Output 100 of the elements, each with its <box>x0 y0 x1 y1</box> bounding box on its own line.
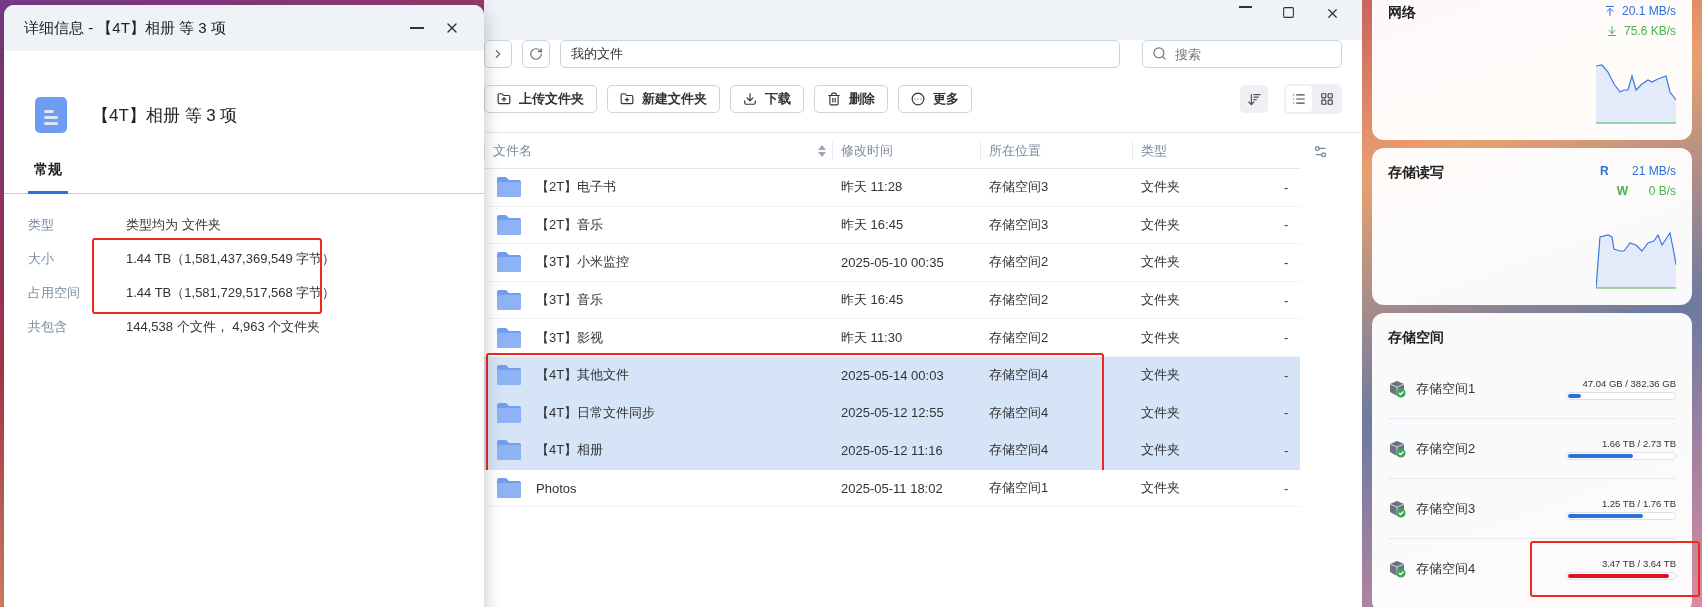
refresh-icon <box>529 47 543 61</box>
field-value: 1.44 TB（1,581,729,517,568 字节） <box>126 284 337 302</box>
size-cell-text: - <box>1283 292 1290 308</box>
dialog-title: 详细信息 - 【4T】相册 等 3 项 <box>24 18 227 38</box>
modified-time: 昨天 11:28 <box>840 178 904 197</box>
folder-icon <box>496 326 522 349</box>
size-cell-text: - <box>1283 405 1290 421</box>
size-cell-text: - <box>1283 367 1290 383</box>
file-name: 【3T】影视 <box>536 328 604 347</box>
toolbar-button[interactable]: 删除 <box>814 85 888 113</box>
size-cell-text: - <box>1283 217 1290 233</box>
column-header[interactable]: 修改时间 <box>832 141 980 160</box>
download-icon <box>743 92 757 106</box>
volume-usage: 1.66 TB / 2.73 TB <box>1601 437 1676 449</box>
toolbar-button[interactable]: 更多 <box>898 85 972 113</box>
sort-icon <box>1246 91 1262 107</box>
file-row[interactable]: 【4T】相册 2025-05-12 11:16 存储空间4 文件夹 - <box>484 432 1300 470</box>
tab[interactable]: 常规 <box>28 155 68 194</box>
field-value: 144,538 个文件， 4,963 个文件夹 <box>126 318 322 336</box>
type-cell-text: 文件夹 <box>1140 178 1181 197</box>
field-label: 共包含 <box>28 318 68 336</box>
location-cell-text: 存储空间3 <box>988 178 1050 197</box>
folder-icon <box>496 176 522 199</box>
toolbar-button[interactable]: 上传文件夹 <box>484 85 597 113</box>
settings-icon <box>1312 143 1328 159</box>
location-cell-text: 存储空间4 <box>988 441 1050 460</box>
path-field[interactable]: 我的文件 <box>560 40 1120 68</box>
file-row[interactable]: Photos 2025-05-11 18:02 存储空间1 文件夹 - <box>484 469 1300 508</box>
modified-time: 2025-05-10 00:35 <box>840 255 945 270</box>
trash-icon <box>827 92 841 106</box>
write-rate: 0 B/s <box>1648 184 1676 198</box>
modified-time: 2025-05-14 00:03 <box>840 367 945 383</box>
volume-usage: 47.04 GB / 382.36 GB <box>1582 377 1676 389</box>
toolbar-button[interactable]: 下载 <box>730 85 804 113</box>
list-icon <box>1292 92 1306 106</box>
column-header[interactable]: 文件名 <box>484 141 832 160</box>
folder-icon <box>496 364 522 387</box>
file-name: 【2T】音乐 <box>536 215 604 234</box>
location-cell-text: 存储空间3 <box>988 215 1050 234</box>
location-cell-text: 存储空间2 <box>988 328 1050 347</box>
minimize-icon <box>1239 6 1252 8</box>
maximize-icon <box>1282 6 1295 19</box>
search-icon <box>1152 46 1167 61</box>
modified-time: 2025-05-11 18:02 <box>840 480 944 496</box>
card-title: 存储读写 <box>1388 164 1444 182</box>
volume-usage: 3.47 TB / 3.64 TB <box>1601 558 1676 569</box>
type-cell-text: 文件夹 <box>1140 366 1181 385</box>
grid-icon <box>1320 92 1334 106</box>
modified-time: 昨天 11:30 <box>840 328 904 347</box>
refresh-button[interactable] <box>522 40 550 68</box>
size-cell-text: - <box>1283 442 1290 458</box>
selection-name: 【4T】相册 等 3 项 <box>92 104 238 127</box>
volume-name: 存储空间1 <box>1416 379 1477 398</box>
list-view-button[interactable] <box>1286 86 1312 112</box>
location-cell-text: 存储空间1 <box>988 479 1050 498</box>
close-icon <box>1325 6 1340 21</box>
modified-time: 2025-05-12 11:16 <box>840 442 944 458</box>
file-name: 【4T】其他文件 <box>536 366 630 385</box>
download-icon <box>1605 25 1618 37</box>
read-rate: 21 MB/s <box>1632 164 1676 178</box>
file-name: 【3T】小米监控 <box>536 253 630 272</box>
modified-time: 昨天 16:45 <box>840 215 905 234</box>
type-cell-text: 文件夹 <box>1140 291 1181 310</box>
folder-icon <box>496 289 522 312</box>
folder-plus-icon <box>620 92 634 106</box>
file-row[interactable]: 【4T】日常文件同步 2025-05-12 12:55 存储空间4 文件夹 - <box>484 394 1300 433</box>
modified-time: 2025-05-12 12:55 <box>840 405 945 421</box>
read-label: R <box>1600 164 1610 178</box>
type-cell-text: 文件夹 <box>1140 328 1181 347</box>
type-cell-text: 文件夹 <box>1140 441 1181 460</box>
folder-icon <box>496 477 522 500</box>
size-cell-text: - <box>1283 179 1290 195</box>
type-cell-text: 文件夹 <box>1140 215 1181 234</box>
modified-time: 昨天 16:45 <box>840 291 905 310</box>
field-value: 类型均为 文件夹 <box>126 216 222 234</box>
file-name: 【3T】音乐 <box>536 291 604 310</box>
sort-button[interactable] <box>1240 85 1268 113</box>
size-cell-text: - <box>1283 330 1290 346</box>
location-cell-text: 存储空间2 <box>988 291 1050 310</box>
volume-name: 存储空间3 <box>1416 499 1477 518</box>
minimize-icon <box>410 27 424 29</box>
toolbar-button[interactable]: 新建文件夹 <box>607 85 720 113</box>
write-label: W <box>1616 184 1629 198</box>
drive-check-icon <box>1388 379 1406 398</box>
search-field[interactable]: 搜索 <box>1142 40 1342 68</box>
more-icon <box>911 92 925 106</box>
column-header[interactable]: 所在位置 <box>980 141 1132 160</box>
size-cell-text: - <box>1283 255 1290 270</box>
folder-upload-icon <box>497 92 511 106</box>
field-value: 1.44 TB（1,581,437,369,549 字节） <box>126 250 337 268</box>
file-row[interactable]: 【4T】其他文件 2025-05-14 00:03 存储空间4 文件夹 - <box>484 356 1300 395</box>
column-header[interactable]: 类型 <box>1132 141 1275 160</box>
card-title: 网络 <box>1388 4 1416 22</box>
volume-name: 存储空间2 <box>1416 439 1477 458</box>
folder-icon <box>496 213 522 236</box>
size-cell-text: - <box>1283 480 1290 496</box>
type-cell-text: 文件夹 <box>1140 479 1181 498</box>
folder-icon <box>496 251 522 274</box>
file-name: Photos <box>536 480 577 496</box>
type-cell-text: 文件夹 <box>1140 403 1181 422</box>
